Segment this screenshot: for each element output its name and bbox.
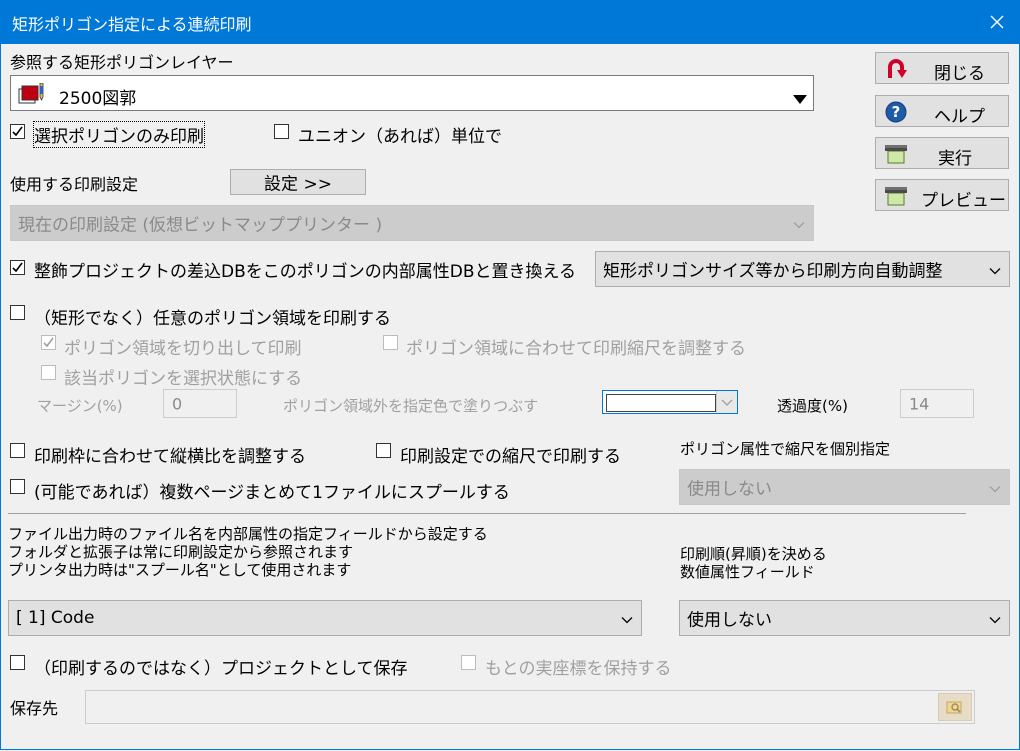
chevron-down-icon — [621, 609, 633, 628]
chevron-down-icon — [721, 399, 733, 406]
divider — [8, 513, 966, 514]
layer-value: 2500図郭 — [59, 89, 137, 109]
browse-button[interactable] — [938, 693, 972, 721]
close-button[interactable]: 閉じる — [875, 52, 1009, 84]
layer-label: 参照する矩形ポリゴンレイヤー — [10, 53, 234, 72]
filename-field-value: [ 1] Code — [16, 608, 95, 628]
spool-label[interactable]: (可能であれば）複数ページまとめて1ファイルにスプールする — [34, 478, 510, 503]
fill-color-swatch — [606, 394, 716, 412]
filename-info-line2: フォルダと拡張子は常に印刷設定から参照されます — [8, 543, 354, 561]
save-to-input — [85, 690, 975, 724]
orientation-select[interactable]: 矩形ポリゴンサイズ等から印刷方向自動調整 — [595, 251, 1010, 287]
margin-input: 0 — [163, 389, 237, 418]
clip-polygon-checkbox — [41, 335, 56, 350]
save-to-label: 保存先 — [10, 699, 59, 718]
help-icon: ? — [885, 101, 907, 127]
preview-button-label: プレビュー — [921, 191, 1006, 211]
window-title: 矩形ポリゴン指定による連続印刷 — [12, 15, 252, 34]
printer-icon — [884, 185, 908, 211]
scale-attr-value: 使用しない — [687, 479, 772, 500]
print-scale-label[interactable]: 印刷設定での縮尺で印刷する — [400, 442, 621, 467]
union-checkbox[interactable] — [274, 124, 289, 139]
fit-scale-label: ポリゴン領域に合わせて印刷縮尺を調整する — [406, 339, 746, 359]
settings-button[interactable]: 設定 >> — [230, 169, 366, 195]
close-icon — [990, 15, 1004, 29]
keep-coords-checkbox — [461, 655, 476, 670]
select-state-label: 該当ポリゴンを選択状態にする — [64, 369, 303, 389]
scale-attr-select: 使用しない — [679, 469, 1010, 505]
orientation-value: 矩形ポリゴンサイズ等から印刷方向自動調整 — [603, 261, 943, 282]
print-settings-label: 使用する印刷設定 — [10, 175, 139, 194]
chevron-down-icon — [793, 214, 805, 233]
order-field-select[interactable]: 使用しない — [679, 600, 1010, 636]
any-polygon-label[interactable]: （矩形でなく）任意のポリゴン領域を印刷する — [34, 304, 391, 329]
layer-select[interactable]: 2500図郭 — [10, 75, 814, 111]
transparency-label: 透過度(%) — [777, 397, 848, 415]
spool-checkbox[interactable] — [10, 479, 25, 494]
selected-only-checkbox[interactable] — [10, 124, 25, 139]
aspect-checkbox[interactable] — [10, 443, 25, 458]
replace-db-checkbox[interactable] — [10, 260, 25, 275]
order-field-value: 使用しない — [687, 610, 772, 631]
print-scale-checkbox[interactable] — [376, 443, 391, 458]
execute-button-label: 実行 — [938, 149, 972, 169]
fit-scale-checkbox — [383, 335, 398, 350]
folder-search-icon — [946, 701, 962, 714]
scale-attr-label: ポリゴン属性で縮尺を個別指定 — [680, 440, 891, 458]
transparency-input: 14 — [900, 389, 974, 418]
color-dropdown[interactable] — [716, 391, 737, 413]
union-label[interactable]: ユニオン（あれば）単位で — [298, 122, 502, 147]
select-state-checkbox — [41, 365, 56, 380]
clip-polygon-label: ポリゴン領域を切り出して印刷 — [64, 339, 302, 359]
selected-only-label[interactable]: 選択ポリゴンのみ印刷 — [33, 121, 205, 148]
fill-color-select[interactable] — [602, 390, 738, 414]
save-project-checkbox[interactable] — [10, 655, 25, 670]
window-close-button[interactable] — [974, 0, 1020, 44]
keep-coords-label: もとの実座標を保持する — [485, 659, 672, 679]
chevron-down-icon — [989, 260, 1001, 279]
fill-outside-label: ポリゴン領域外を指定色で塗りつぶす — [283, 397, 539, 415]
aspect-label[interactable]: 印刷枠に合わせて縦横比を調整する — [34, 442, 306, 467]
execute-button[interactable]: 実行 — [875, 137, 1009, 169]
undo-arrow-icon — [885, 58, 907, 84]
transparency-value: 14 — [909, 394, 930, 413]
order-field-label2: 数値属性フィールド — [680, 563, 815, 581]
preview-button[interactable]: プレビュー — [875, 179, 1009, 211]
help-button[interactable]: ? ヘルプ — [875, 95, 1009, 127]
title-bar: 矩形ポリゴン指定による連続印刷 — [0, 0, 1020, 44]
replace-db-label[interactable]: 整飾プロジェクトの差込DBをこのポリゴンの内部属性DBと置き換える — [34, 257, 576, 282]
print-settings-value: 現在の印刷設定 (仮想ビットマッププリンター ) — [18, 215, 383, 236]
filename-info-line1: ファイル出力時のファイル名を内部属性の指定フィールドから設定する — [8, 525, 488, 543]
layer-icon — [17, 82, 47, 109]
settings-button-label: 設定 >> — [264, 174, 332, 195]
close-button-label: 閉じる — [934, 64, 985, 84]
order-field-label1: 印刷順(昇順)を決める — [680, 545, 827, 563]
check-icon — [12, 262, 23, 273]
check-icon — [43, 337, 54, 348]
help-button-label: ヘルプ — [934, 107, 985, 127]
svg-text:?: ? — [892, 103, 901, 121]
chevron-down-icon — [989, 609, 1001, 628]
dropdown-arrow-icon — [793, 89, 807, 108]
chevron-down-icon — [989, 478, 1001, 497]
filename-field-select[interactable]: [ 1] Code — [8, 600, 642, 636]
filename-info-line3: プリンタ出力時は"スプール名"として使用されます — [8, 561, 352, 579]
save-project-label[interactable]: （印刷するのではなく）プロジェクトとして保存 — [34, 654, 408, 679]
check-icon — [12, 126, 23, 137]
any-polygon-checkbox[interactable] — [10, 305, 25, 320]
margin-label: マージン(%) — [37, 397, 123, 415]
printer-icon — [884, 143, 908, 169]
margin-value: 0 — [172, 394, 183, 413]
print-settings-select: 現在の印刷設定 (仮想ビットマッププリンター ) — [10, 205, 814, 241]
